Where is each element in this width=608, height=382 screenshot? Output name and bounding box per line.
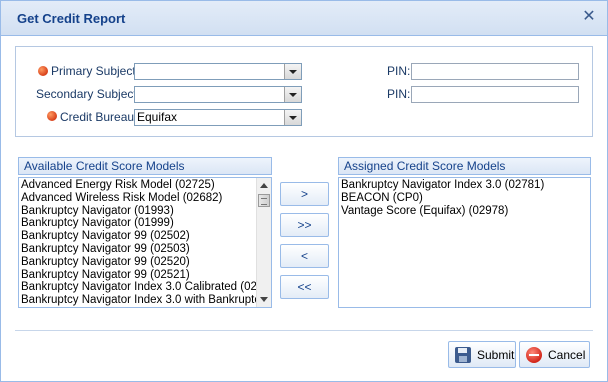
chevron-down-icon[interactable] <box>284 110 301 125</box>
add-all-button[interactable]: >> <box>280 213 329 237</box>
assigned-model-list-item[interactable]: BEACON (CP0) <box>339 192 590 205</box>
close-icon[interactable]: ✕ <box>581 9 597 25</box>
available-model-list-item[interactable]: Bankruptcy Navigator Index 3.0 Calibrate… <box>19 281 271 294</box>
required-indicator-icon <box>47 111 57 121</box>
available-models-list[interactable]: Advanced Energy Risk Model (02725) Advanc… <box>18 177 272 308</box>
assigned-model-list-item[interactable]: Bankruptcy Navigator Index 3.0 (02781) <box>339 179 590 192</box>
dialog-title: Get Credit Report <box>17 11 126 26</box>
available-models-header: Available Credit Score Models <box>18 157 272 175</box>
assigned-models-header: Assigned Credit Score Models <box>338 157 591 175</box>
available-model-list-item[interactable]: Bankruptcy Navigator Index 3.0 with Bank… <box>19 294 271 307</box>
available-list-scrollbar[interactable] <box>256 178 271 307</box>
primary-subject-label: Primary Subject: <box>51 64 140 78</box>
scroll-thumb[interactable] <box>258 194 270 207</box>
remove-selected-button[interactable]: < <box>280 244 329 268</box>
submit-button[interactable]: Submit <box>448 341 516 368</box>
credit-bureau-value: Equifax <box>137 110 178 124</box>
available-model-list-item[interactable]: Bankruptcy Navigator 99 (02521) <box>19 269 271 282</box>
get-credit-report-dialog: Get Credit Report ✕ Primary Subject: PIN… <box>0 0 608 382</box>
assigned-models-list[interactable]: Bankruptcy Navigator Index 3.0 (02781) BE… <box>338 177 591 308</box>
scroll-down-icon[interactable] <box>260 297 268 302</box>
cancel-icon <box>526 346 542 363</box>
credit-bureau-select[interactable]: Equifax <box>134 109 302 126</box>
available-model-list-item[interactable]: Bankruptcy Navigator 99 (02502) <box>19 230 271 243</box>
subject-form-panel: Primary Subject: PIN: Secondary Subject:… <box>15 46 593 137</box>
footer-divider <box>15 330 593 331</box>
scroll-up-icon[interactable] <box>260 183 268 188</box>
assigned-model-list-item[interactable]: Vantage Score (Equifax) (02978) <box>339 205 590 218</box>
pin-label-secondary: PIN: <box>387 87 411 101</box>
cancel-label: Cancel <box>548 347 586 362</box>
credit-bureau-label: Credit Bureau: <box>60 110 138 124</box>
submit-label: Submit <box>477 347 515 362</box>
save-icon <box>455 346 471 363</box>
chevron-down-icon[interactable] <box>284 87 301 102</box>
secondary-pin-input[interactable] <box>411 86 579 103</box>
secondary-subject-label: Secondary Subject: <box>36 87 141 101</box>
dialog-titlebar: Get Credit Report ✕ <box>1 1 607 36</box>
chevron-down-icon[interactable] <box>284 64 301 79</box>
add-selected-button[interactable]: > <box>280 182 329 206</box>
cancel-button[interactable]: Cancel <box>519 341 590 368</box>
available-model-list-item[interactable]: Bankruptcy Navigator (01999) <box>19 217 271 230</box>
required-indicator-icon <box>38 66 48 76</box>
available-model-list-item[interactable]: Advanced Wireless Risk Model (02682) <box>19 192 271 205</box>
primary-pin-input[interactable] <box>411 63 579 80</box>
available-model-list-item[interactable]: Advanced Energy Risk Model (02725) <box>19 179 271 192</box>
pin-label-primary: PIN: <box>387 64 411 78</box>
secondary-subject-select[interactable] <box>134 86 302 103</box>
available-model-list-item[interactable]: Bankruptcy Navigator (01993) <box>19 205 271 218</box>
available-model-list-item[interactable]: Bankruptcy Navigator 99 (02520) <box>19 256 271 269</box>
primary-subject-select[interactable] <box>134 63 302 80</box>
available-model-list-item[interactable]: Bankruptcy Navigator 99 (02503) <box>19 243 271 256</box>
remove-all-button[interactable]: << <box>280 275 329 299</box>
